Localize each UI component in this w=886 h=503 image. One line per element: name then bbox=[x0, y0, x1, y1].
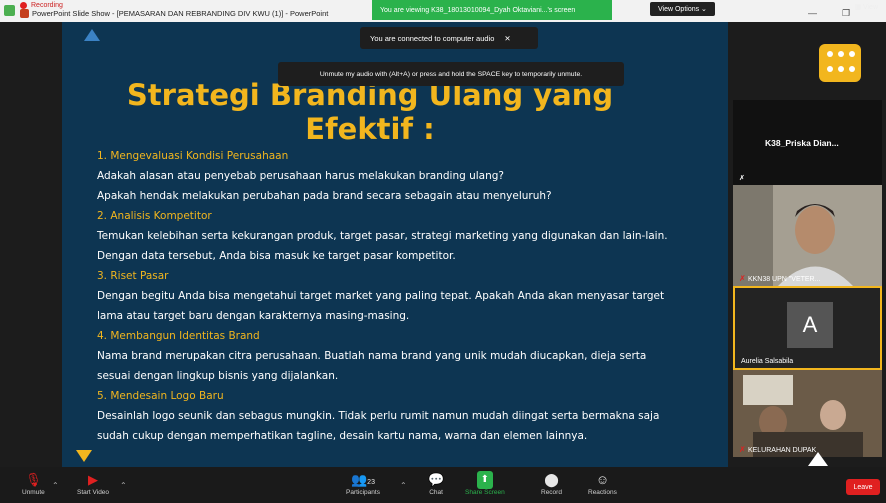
presentation-slide: Strategi Branding Ulang yang Efektif : 1… bbox=[62, 22, 728, 467]
slide-section-heading: 4. Membangun Identitas Brand bbox=[97, 330, 260, 342]
muted-mic-icon: ✗ bbox=[739, 175, 745, 182]
record-button[interactable]: ⬤ Record bbox=[541, 471, 562, 496]
viewing-banner: You are viewing K38_18013010094_Dyah Okt… bbox=[372, 0, 612, 20]
slide-paragraph-line: Temukan kelebihan serta kekurangan produ… bbox=[97, 230, 668, 242]
chevron-up-icon[interactable]: ⌃ bbox=[52, 481, 59, 490]
chat-label: Chat bbox=[429, 489, 443, 496]
zoom-shield-icon bbox=[4, 5, 15, 16]
share-screen-button[interactable]: ⬆ Share Screen bbox=[465, 471, 505, 496]
restore-icon[interactable]: ❐ bbox=[842, 8, 850, 19]
unmute-hint-banner: Unmute my audio with (Alt+A) or press an… bbox=[278, 62, 624, 86]
zoom-window: Recording PowerPoint Slide Show - [PEMAS… bbox=[0, 0, 886, 503]
muted-microphone-icon: 🎙 bbox=[25, 472, 42, 487]
audio-tooltip-text: You are connected to computer audio bbox=[370, 33, 495, 43]
record-icon: ⬤ bbox=[544, 472, 559, 487]
participant-tile-active[interactable]: A Aurelia Salsabila bbox=[733, 286, 882, 370]
view-button[interactable]: ▦ View bbox=[854, 3, 878, 11]
recording-label: Recording bbox=[31, 2, 63, 9]
slide-title-line-2: Efektif : bbox=[305, 112, 435, 146]
participant-gallery: K38_Priska Dian... ✗ ✗ KKN38 UPN "VETER.… bbox=[731, 22, 886, 467]
slide-body: 1. Mengevaluasi Kondisi Perusahaan Adakah… bbox=[97, 146, 707, 446]
participant-name: Aurelia Salsabila bbox=[741, 358, 794, 365]
record-dot-icon bbox=[20, 2, 27, 9]
triangle-up-decoration bbox=[808, 452, 828, 466]
participant-tile[interactable]: ✗ KELURAHAN DUPAK bbox=[733, 370, 882, 457]
slide-paragraph-line: sesuai dengan lingkup bisnis yang dijala… bbox=[97, 370, 339, 382]
participants-count: 23 bbox=[367, 479, 375, 486]
share-screen-label: Share Screen bbox=[465, 489, 505, 496]
slide-paragraph-line: Nama brand merupakan citra perusahaan. B… bbox=[97, 350, 647, 362]
participants-icon: 👥23 bbox=[350, 472, 375, 487]
powerpoint-icon bbox=[20, 9, 29, 18]
gallery-menu-icon[interactable] bbox=[819, 44, 861, 82]
triangle-up-decoration bbox=[84, 29, 100, 41]
slide-paragraph-line: Dengan data tersebut, Anda bisa masuk ke… bbox=[97, 250, 456, 262]
start-video-button[interactable]: ▶ Start Video bbox=[77, 471, 109, 496]
slide-paragraph-line: Dengan begitu Anda bisa mengetahui targe… bbox=[97, 290, 665, 302]
view-label: View bbox=[862, 4, 878, 11]
start-video-label: Start Video bbox=[77, 489, 110, 496]
share-screen-icon: ⬆ bbox=[476, 471, 494, 489]
slide-section-heading: 5. Mendesain Logo Baru bbox=[97, 390, 224, 402]
triangle-down-decoration bbox=[76, 450, 92, 462]
meeting-toolbar: 🎙 Unmute ⌃ ▶ Start Video ⌃ 👥23 Participa… bbox=[0, 467, 886, 503]
chat-button[interactable]: 💬 Chat bbox=[428, 471, 444, 496]
title-bar: Recording PowerPoint Slide Show - [PEMAS… bbox=[0, 0, 886, 22]
slide-paragraph-line: lama atau target baru dengan karakternya… bbox=[97, 310, 410, 322]
participants-label: Participants bbox=[346, 489, 380, 496]
slide-paragraph-line: sudah cukup dengan memperhatikan tagline… bbox=[97, 430, 588, 442]
participant-tile[interactable]: ✗ KKN38 UPN "VETER... bbox=[733, 185, 882, 286]
participant-name-text: KKN38 UPN "VETER... bbox=[747, 276, 821, 283]
recording-indicator[interactable]: Recording bbox=[20, 2, 63, 9]
chevron-up-icon[interactable]: ⌃ bbox=[120, 481, 127, 490]
muted-mic-icon: ✗ bbox=[739, 274, 748, 283]
minimize-icon[interactable]: — bbox=[808, 8, 817, 18]
video-off-icon: ▶ bbox=[88, 472, 99, 487]
chat-icon: 💬 bbox=[428, 472, 445, 487]
leave-button[interactable]: Leave bbox=[846, 479, 880, 495]
participant-name: K38_Priska Dian... bbox=[765, 138, 839, 148]
close-icon[interactable]: ✕ bbox=[504, 34, 510, 43]
unmute-label: Unmute bbox=[22, 489, 45, 496]
window-title: PowerPoint Slide Show - [PEMASARAN DAN R… bbox=[32, 9, 329, 18]
reactions-icon: ☺ bbox=[595, 472, 610, 487]
participant-name: ✗ KELURAHAN DUPAK bbox=[739, 445, 816, 454]
slide-paragraph-line: Apakah hendak melakukan perubahan pada b… bbox=[97, 190, 552, 202]
unmute-button[interactable]: 🎙 Unmute bbox=[22, 471, 45, 496]
muted-mic-icon: ✗ bbox=[739, 445, 748, 454]
participant-video bbox=[733, 370, 882, 457]
reactions-label: Reactions bbox=[588, 489, 617, 496]
participant-tile[interactable]: K38_Priska Dian... ✗ bbox=[733, 100, 882, 185]
slide-title: Strategi Branding Ulang yang Efektif : bbox=[90, 78, 650, 146]
participants-button[interactable]: 👥23 Participants bbox=[346, 471, 380, 496]
avatar: A bbox=[787, 302, 833, 348]
participant-video bbox=[733, 185, 882, 286]
slide-section-heading: 2. Analisis Kompetitor bbox=[97, 210, 212, 222]
grid-icon: ▦ bbox=[854, 4, 861, 11]
record-label: Record bbox=[541, 489, 562, 496]
slide-paragraph-line: Desainlah logo seunik dan sebagus mungki… bbox=[97, 410, 660, 422]
participant-name: ✗ KKN38 UPN "VETER... bbox=[739, 274, 820, 283]
audio-connected-tooltip: You are connected to computer audio ✕ bbox=[360, 27, 538, 49]
slide-paragraph-line: Adakah alasan atau penyebab perusahaan h… bbox=[97, 170, 505, 182]
reactions-button[interactable]: ☺ Reactions bbox=[588, 471, 617, 496]
participant-name-text: KELURAHAN DUPAK bbox=[747, 447, 817, 454]
chevron-up-icon[interactable]: ⌃ bbox=[400, 481, 407, 490]
view-options-button[interactable]: View Options ⌄ bbox=[650, 2, 715, 16]
slide-section-heading: 3. Riset Pasar bbox=[97, 270, 169, 282]
slide-section-heading: 1. Mengevaluasi Kondisi Perusahaan bbox=[97, 150, 289, 162]
